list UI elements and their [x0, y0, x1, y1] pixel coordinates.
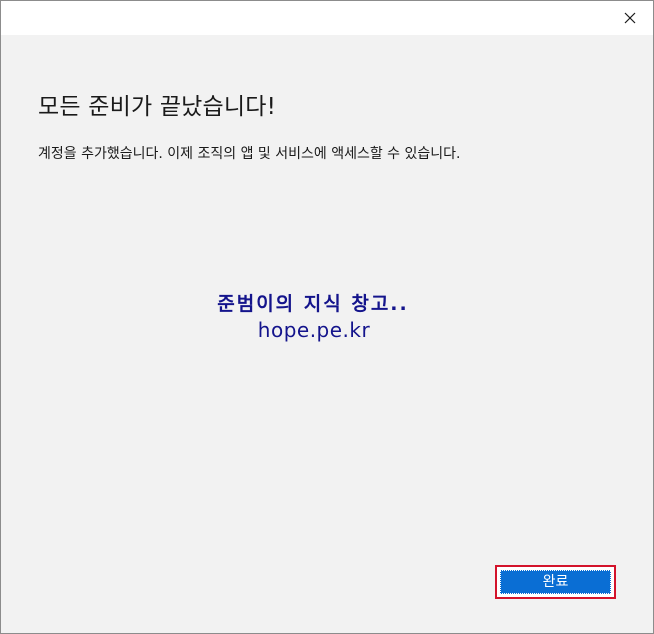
dialog-description: 계정을 추가했습니다. 이제 조직의 앱 및 서비스에 액세스할 수 있습니다.: [38, 146, 461, 162]
finish-button[interactable]: 완료: [500, 570, 611, 594]
close-button[interactable]: [621, 9, 639, 27]
close-icon: [624, 12, 636, 24]
account-added-dialog: 모든 준비가 끝났습니다! 계정을 추가했습니다. 이제 조직의 앱 및 서비스…: [0, 0, 654, 634]
watermark-title: 준범이의 지식 창고..: [217, 293, 409, 315]
finish-button-highlight: 완료: [495, 565, 616, 599]
watermark-url: hope.pe.kr: [257, 318, 371, 342]
dialog-heading: 모든 준비가 끝났습니다!: [38, 94, 277, 120]
watermark: 준범이의 지식 창고.. hope.pe.kr: [1, 291, 653, 343]
title-bar: [1, 1, 653, 35]
